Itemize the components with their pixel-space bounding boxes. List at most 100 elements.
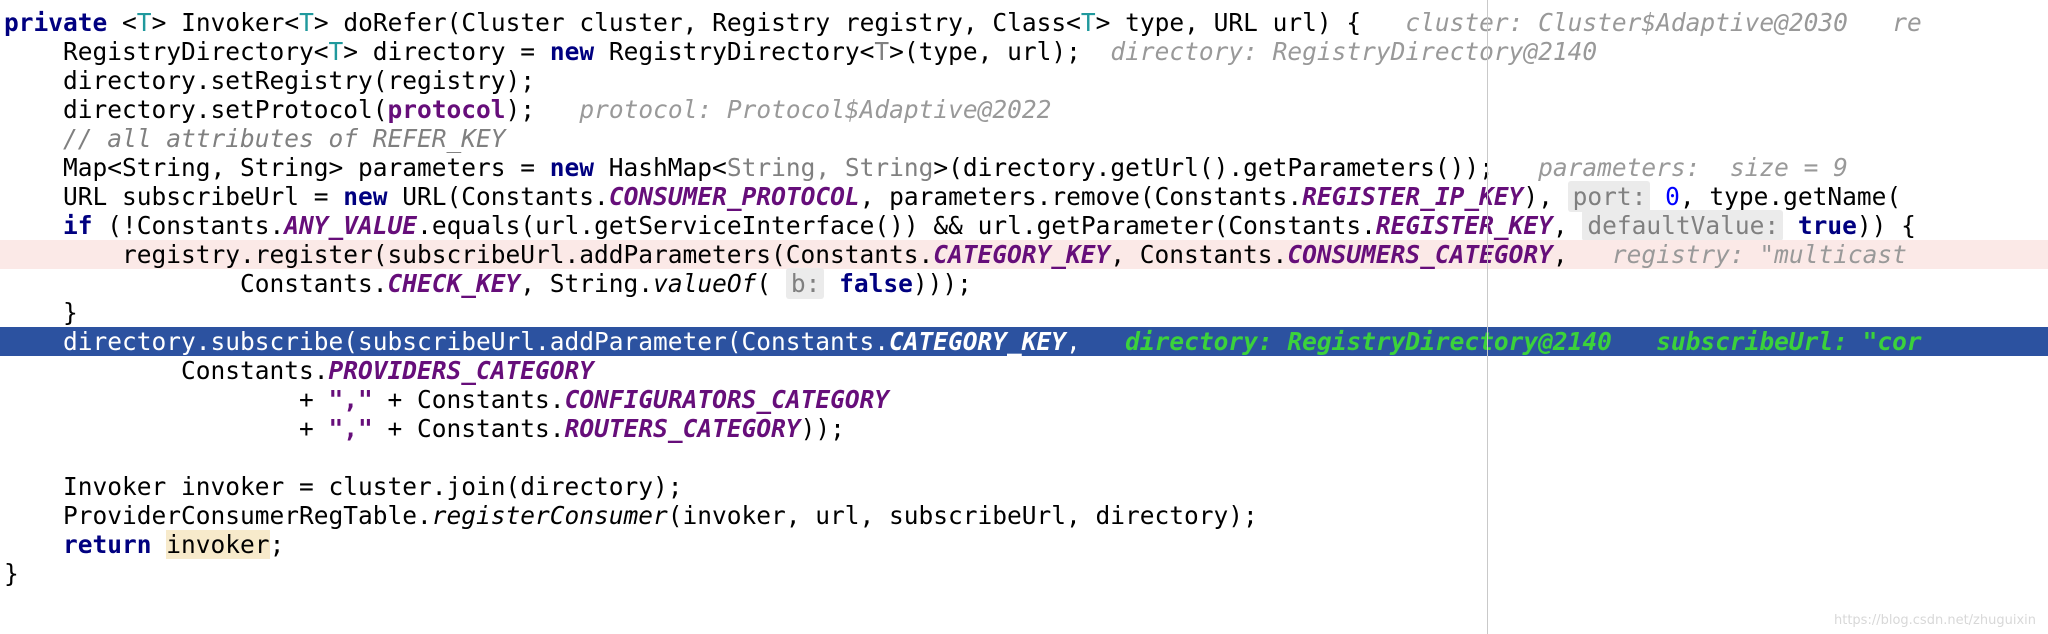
code-token: if: [63, 211, 93, 240]
code-token: port:: [1567, 181, 1651, 212]
code-lines-container[interactable]: private <T> Invoker<T> doRefer(Cluster c…: [0, 8, 2048, 588]
code-token: RegistryDirectory@2140: [1257, 37, 1598, 66]
code-editor-pane[interactable]: private <T> Invoker<T> doRefer(Cluster c…: [0, 0, 2048, 634]
code-token: (invoker, url, subscribeUrl, directory);: [667, 501, 1258, 530]
code-token: RegistryDirectory<: [594, 37, 875, 66]
code-token: "multicast: [1744, 240, 1907, 269]
code-line[interactable]: URL subscribeUrl = new URL(Constants.CON…: [0, 181, 2048, 212]
code-line[interactable]: ProviderConsumerRegTable.registerConsume…: [0, 501, 2048, 530]
code-token: (!Constants.: [92, 211, 285, 240]
code-token: ),: [1523, 182, 1568, 211]
code-token: directory.setProtocol(: [63, 95, 388, 124]
code-token: T: [874, 37, 890, 66]
code-token: registerConsumer: [431, 501, 668, 530]
code-token: CATEGORY_KEY: [889, 327, 1067, 356]
code-token: defaultValue:: [1582, 210, 1784, 241]
code-token: directory: RegistryDirectory@2140: [1125, 327, 1612, 356]
code-line[interactable]: Map<String, String> parameters = new Has…: [0, 153, 2048, 182]
code-line[interactable]: private <T> Invoker<T> doRefer(Cluster c…: [0, 8, 2048, 37]
code-line[interactable]: }: [0, 298, 2048, 327]
code-token: T: [328, 37, 344, 66]
code-token: ",": [328, 385, 373, 414]
code-token: > directory =: [343, 37, 550, 66]
code-token: T: [136, 8, 152, 37]
code-token: ,: [1552, 211, 1583, 240]
code-token: false: [839, 269, 913, 298]
code-token: (: [756, 269, 786, 298]
code-token: ,: [1552, 240, 1568, 269]
right-margin-guide: [1487, 0, 1488, 634]
code-token: registry.register(subscribeUrl.addParame…: [122, 240, 934, 269]
code-token: )) {: [1856, 211, 1916, 240]
code-token: URL(Constants.: [387, 182, 609, 211]
code-token: )));: [912, 269, 972, 298]
code-line[interactable]: }: [0, 559, 2048, 588]
code-token: Constants.: [181, 356, 329, 385]
code-token: CONSUMERS_CATEGORY: [1287, 240, 1553, 269]
code-token: <: [122, 8, 137, 37]
code-token: CHECK_KEY: [387, 269, 521, 298]
code-token: PROVIDERS_CATEGORY: [328, 356, 595, 385]
code-token: , type.getName(: [1679, 182, 1902, 211]
code-token: REGISTER_IP_KEY: [1302, 182, 1524, 211]
code-token: String, String: [726, 153, 934, 182]
code-token: , String.: [520, 269, 654, 298]
code-line[interactable]: + "," + Constants.ROUTERS_CATEGORY));: [0, 414, 2048, 443]
code-line[interactable]: + "," + Constants.CONFIGURATORS_CATEGORY: [0, 385, 2048, 414]
code-token: > Invoker<: [151, 8, 300, 37]
code-line[interactable]: Invoker invoker = cluster.join(directory…: [0, 472, 2048, 501]
code-line[interactable]: // all attributes of REFER_KEY: [0, 124, 2048, 153]
code-token: Protocol$Adaptive@2022: [712, 95, 1052, 124]
code-token: CONSUMER_PROTOCOL: [608, 182, 860, 211]
code-token: );: [505, 95, 536, 124]
code-token: new: [343, 182, 388, 211]
code-line[interactable]: directory.setProtocol(protocol); protoco…: [0, 95, 2048, 124]
code-token: +: [299, 414, 329, 443]
code-token: ;: [269, 530, 285, 559]
code-line[interactable]: registry.register(subscribeUrl.addParame…: [0, 240, 2048, 269]
code-token: directory.subscribe(subscribeUrl.addPara…: [63, 327, 890, 356]
code-line[interactable]: directory.setRegistry(registry);: [0, 66, 2048, 95]
code-token: + Constants.: [372, 414, 565, 443]
code-token: + Constants.: [372, 385, 565, 414]
code-line[interactable]: if (!Constants.ANY_VALUE.equals(url.getS…: [0, 210, 2048, 241]
code-token: new: [549, 37, 595, 66]
code-line[interactable]: Constants.CHECK_KEY, String.valueOf( b: …: [0, 268, 2048, 299]
code-token: valueOf: [653, 269, 757, 298]
code-line[interactable]: return invoker;: [0, 530, 2048, 559]
code-token: re: [1892, 8, 1922, 37]
code-token: > doRefer(Cluster cluster, Registry regi…: [313, 8, 1081, 37]
code-token: +: [299, 385, 329, 414]
code-line[interactable]: [0, 443, 2048, 472]
code-line[interactable]: RegistryDirectory<T> directory = new Reg…: [0, 37, 2048, 66]
code-token: RegistryDirectory<: [63, 37, 329, 66]
code-token: return: [63, 530, 152, 559]
code-token: protocol:: [579, 95, 713, 124]
code-token: invoker: [166, 530, 270, 559]
code-line[interactable]: directory.subscribe(subscribeUrl.addPara…: [0, 327, 2048, 356]
code-token: b:: [785, 268, 825, 299]
code-token: CONFIGURATORS_CATEGORY: [564, 385, 890, 414]
code-token: > type, URL url) {: [1095, 8, 1362, 37]
code-line[interactable]: Constants.PROVIDERS_CATEGORY: [0, 356, 2048, 385]
